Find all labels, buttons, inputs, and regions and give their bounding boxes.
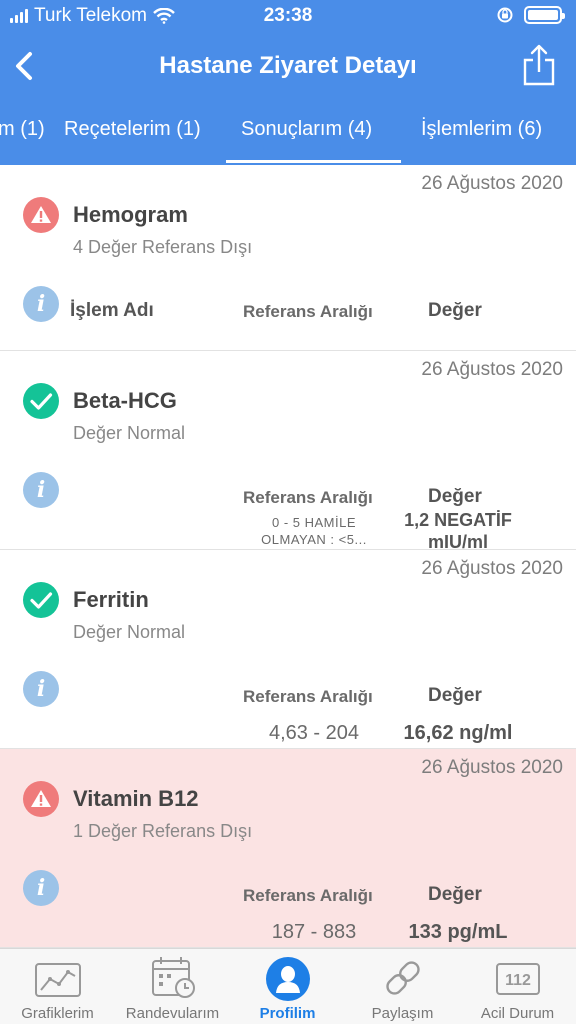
test-name: Vitamin B12 [73, 786, 199, 811]
reference-range: 187 - 883 [271, 921, 357, 943]
warning-icon [23, 781, 59, 817]
profile-icon [266, 957, 310, 1001]
tabbar-paylasim[interactable]: Paylaşım [345, 949, 460, 1024]
test-name: Ferritin [73, 587, 149, 612]
column-header-value: Değer [428, 884, 482, 905]
reference-range: 0 - 5 HAMİLE OLMAYAN : <5... [243, 514, 385, 548]
result-value-line: 1,2 NEGATİF [404, 510, 512, 530]
calendar-icon [152, 957, 195, 998]
column-header-name: İşlem Adı [70, 300, 154, 321]
warning-icon [23, 197, 59, 233]
clock: 23:38 [263, 5, 313, 26]
status-bar: Turk Telekom 23:38 [0, 0, 576, 34]
reference-range: 4,63 - 204 [268, 722, 360, 744]
tabbar-randevularim[interactable]: Randevularım [115, 949, 230, 1024]
result-card-hemogram[interactable]: 26 Ağustos 2020 Hemogram 4 Değer Referan… [0, 165, 576, 351]
result-date: 26 Ağustos 2020 [421, 757, 563, 778]
app-header: Turk Telekom 23:38 Hastane Ziyaret Detay… [0, 0, 576, 165]
test-status: 4 Değer Referans Dışı [73, 237, 253, 257]
result-date: 26 Ağustos 2020 [421, 173, 563, 194]
tab-sonuclar[interactable]: Sonuçlarım (4) [241, 118, 372, 141]
test-status: 1 Değer Referans Dışı [73, 821, 253, 841]
tabbar-label: Acil Durum [480, 1005, 555, 1022]
test-status: Değer Normal [73, 622, 186, 642]
column-header-value: Değer [428, 685, 482, 706]
test-status: Değer Normal [73, 423, 186, 443]
result-card-vitamin-b12[interactable]: 26 Ağustos 2020 Vitamin B12 1 Değer Refe… [0, 749, 576, 948]
info-icon[interactable]: i [23, 870, 59, 906]
segment-tabs: m (1) Reçetelerim (1) Sonuçlarım (4) İşl… [0, 108, 576, 164]
tabbar-grafiklerim[interactable]: Grafiklerim [0, 949, 115, 1024]
column-header-value: Değer [428, 486, 482, 507]
column-header-reference: Referans Aralığı [243, 488, 373, 507]
emergency-112-icon: 112 [496, 963, 540, 995]
results-list: 26 Ağustos 2020 Hemogram 4 Değer Referan… [0, 165, 576, 948]
column-header-reference: Referans Aralığı [243, 886, 373, 905]
nav-bar: Hastane Ziyaret Detayı [0, 38, 576, 94]
tabbar-acil-durum[interactable]: 112 Acil Durum [460, 949, 575, 1024]
check-icon [23, 383, 59, 419]
result-date: 26 Ağustos 2020 [421, 558, 563, 579]
info-icon[interactable]: i [23, 472, 59, 508]
reference-range-line: 0 - 5 HAMİLE [271, 515, 357, 530]
result-card-ferritin[interactable]: 26 Ağustos 2020 Ferritin Değer Normal i … [0, 550, 576, 749]
tabbar-label: Profilim [259, 1005, 316, 1022]
result-value: 1,2 NEGATİF mIU/ml [395, 509, 521, 553]
result-value: 16,62 ng/ml [403, 722, 513, 744]
link-icon [386, 961, 420, 995]
reference-range-line: OLMAYAN : <5... [261, 532, 367, 547]
active-tab-indicator [226, 160, 401, 163]
battery-icon [524, 6, 565, 24]
tab-previous[interactable]: m (1) [0, 118, 45, 141]
tabbar-label: Randevularım [125, 1005, 220, 1022]
tabbar-label: Paylaşım [371, 1005, 434, 1022]
result-card-beta-hcg[interactable]: 26 Ağustos 2020 Beta-HCG Değer Normal i … [0, 351, 576, 553]
share-button[interactable] [522, 42, 556, 86]
result-date: 26 Ağustos 2020 [421, 359, 563, 380]
info-icon[interactable]: i [23, 671, 59, 707]
column-header-value: Değer [428, 300, 482, 321]
column-header-reference: Referans Aralığı [243, 687, 373, 706]
check-icon [23, 582, 59, 618]
page-title: Hastane Ziyaret Detayı [159, 52, 417, 79]
svg-text:112: 112 [505, 972, 531, 989]
bottom-tab-bar: Grafiklerim Randevularım Profilim Paylaş… [0, 948, 576, 1024]
tab-receteler[interactable]: Reçetelerim (1) [64, 118, 201, 141]
info-icon[interactable]: i [23, 286, 59, 322]
tab-islemler[interactable]: İşlemlerim (6) [421, 118, 542, 141]
tabbar-label: Grafiklerim [21, 1005, 94, 1022]
column-header-reference: Referans Aralığı [243, 302, 373, 321]
orientation-lock-icon [497, 7, 513, 23]
share-icon [523, 44, 555, 86]
result-value: 133 pg/mL [408, 921, 508, 943]
test-name: Beta-HCG [73, 388, 177, 413]
test-name: Hemogram [73, 202, 188, 227]
tabbar-profilim[interactable]: Profilim [230, 949, 345, 1024]
chart-icon [35, 963, 81, 997]
